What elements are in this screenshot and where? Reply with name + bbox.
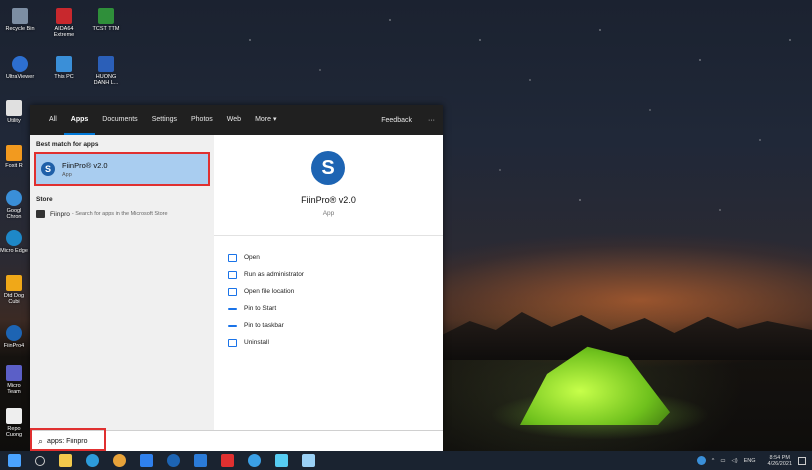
outlook-taskbar-icon[interactable] [194,454,207,467]
chrome-taskbar-icon[interactable] [113,454,126,467]
action-open[interactable]: Open [228,249,304,266]
file-explorer-icon[interactable] [59,454,72,467]
tab-apps[interactable]: Apps [63,105,96,135]
recycle-bin-icon [12,8,28,24]
detail-divider [214,235,443,236]
desktop-icon-utility[interactable]: Utility [0,100,28,124]
volume-icon[interactable]: ◁) [732,458,738,464]
word-doc-icon [98,56,114,72]
best-match-result[interactable]: S FiinPro® v2.0 App [34,152,210,186]
desktop-icon-recycle-bin[interactable]: Recycle Bin [2,8,38,32]
fiinpro-app-icon: S [41,162,55,176]
more-options-button[interactable]: ··· [420,117,443,124]
desktop-icon-teams[interactable]: Micro Team [0,365,28,395]
detail-app-name: FiinPro® v2.0 [301,195,356,205]
edge-taskbar-icon[interactable] [86,454,99,467]
best-match-type: App [62,171,72,178]
pin-icon [228,324,237,327]
desktop-icon-ultraviewer[interactable]: UltraViewer [2,56,38,80]
taskbar-search-icon[interactable] [35,455,45,466]
desktop-icon-dtd[interactable]: Dtd Dog Cubi [0,275,28,305]
feedback-link[interactable]: Feedback [373,117,420,124]
action-run-as-admin[interactable]: Run as administrator [228,266,304,283]
store-result-name: Fiinpro [50,210,70,218]
folder-icon [6,275,22,291]
search-highlight-box [30,428,106,451]
app-taskbar-icon[interactable] [248,454,261,467]
foxit-icon [6,145,22,161]
clock[interactable]: 8:54 PM 4/26/2021 [762,455,792,467]
tab-settings[interactable]: Settings [145,105,184,135]
action-uninstall[interactable]: Uninstall [228,334,304,351]
tab-documents[interactable]: Documents [95,105,144,135]
aida64-icon [56,8,72,24]
system-tray: ^ ▭ ◁) ENG 8:54 PM 4/26/2021 [691,455,812,467]
teams-icon [6,365,22,381]
fiinpro-taskbar-icon[interactable] [167,454,180,467]
store-bag-icon [36,210,45,218]
store-result-subtitle: - Search for apps in the Microsoft Store [71,211,168,217]
pdf-taskbar-icon[interactable] [221,454,234,467]
results-list: Best match for apps S FiinPro® v2.0 App … [30,135,214,430]
spreadsheet-icon [98,8,114,24]
action-pin-to-taskbar[interactable]: Pin to taskbar [228,317,304,334]
word-taskbar-icon[interactable] [140,454,153,467]
desktop-icon-huong-danh[interactable]: HUONG DANH L... [88,56,124,86]
tab-photos[interactable]: Photos [184,105,220,135]
fiinpro-large-icon: S [311,151,345,185]
action-list: Open Run as administrator Open file loca… [228,249,304,351]
desktop-icon-fiinpro[interactable]: FiinPro4 [0,325,28,349]
tab-all[interactable]: All [42,105,64,135]
clock-time: 8:54 PM [769,454,790,461]
chrome-icon [6,190,22,206]
document-icon [6,408,22,424]
desktop-icon-repo[interactable]: Repo Cuong [0,408,28,438]
paint-taskbar-icon[interactable] [302,454,315,467]
edge-icon [6,230,22,246]
windows-start-icon[interactable] [8,454,21,467]
best-match-name: FiinPro® v2.0 [62,160,108,170]
taskbar: ^ ▭ ◁) ENG 8:54 PM 4/26/2021 [0,451,812,470]
desktop-icon-edge[interactable]: Micro Edge [0,230,28,254]
tray-app-icon[interactable] [696,456,706,465]
best-match-heading: Best match for apps [36,141,99,148]
wallpaper-mountains [440,312,812,360]
computer-icon [56,56,72,72]
network-icon[interactable]: ▭ [720,458,725,464]
store-heading: Store [36,196,53,203]
store-result[interactable]: Fiinpro - Search for apps in the Microso… [30,207,214,221]
desktop-icon-tcst[interactable]: TCST TTM [88,8,124,32]
tool-taskbar-icon[interactable] [275,454,288,467]
clock-date: 4/26/2021 [767,460,792,467]
search-tabs: All Apps Documents Settings Photos Web M… [30,105,443,135]
pin-icon [228,307,237,310]
show-hidden-icons-icon[interactable]: ^ [712,458,715,464]
start-search-panel: All Apps Documents Settings Photos Web M… [30,105,443,430]
admin-shield-icon [228,270,237,279]
desktop-icon-foxit[interactable]: Foxit R [0,145,28,169]
trash-icon [228,338,237,347]
open-icon [228,253,237,262]
action-open-file-location[interactable]: Open file location [228,283,304,300]
fiinpro-icon [6,325,22,341]
file-location-icon [228,287,237,296]
desktop-icon-aida64[interactable]: AIDA64 Extreme [46,8,82,38]
desktop-icon-chrome[interactable]: Googl Chron [0,190,28,220]
result-detail-pane: S FiinPro® v2.0 App Open Run as administ… [214,135,443,430]
ultraviewer-icon [12,56,28,72]
detail-app-type: App [322,210,335,217]
action-pin-to-start[interactable]: Pin to Start [228,300,304,317]
tab-web[interactable]: Web [220,105,248,135]
utility-icon [6,100,22,116]
tab-more[interactable]: More ▾ [248,105,283,135]
notification-icon[interactable] [798,456,806,465]
tray-language[interactable]: ENG [744,458,756,464]
desktop-icon-this-pc[interactable]: This PC [46,56,82,80]
